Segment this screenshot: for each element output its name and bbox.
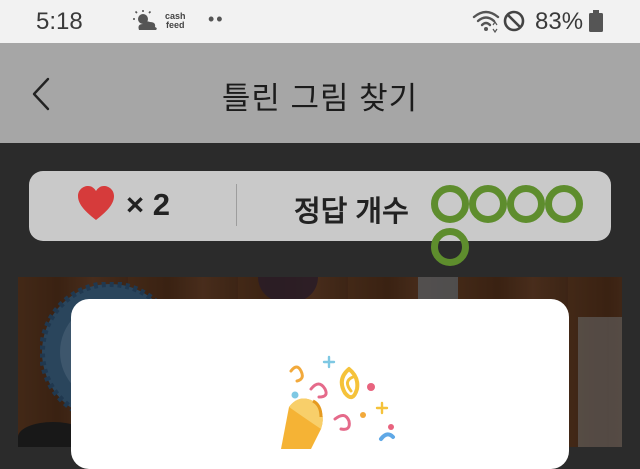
do-not-disturb-icon (503, 10, 525, 32)
heart-icon (78, 186, 114, 220)
score-panel: × 2 정답 개수 (29, 171, 611, 266)
answer-slot-2 (469, 185, 507, 223)
answer-slot-4 (545, 185, 583, 223)
answers-label: 정답 개수 (294, 196, 409, 228)
answer-slot-3 (507, 185, 545, 223)
answer-slot-5 (431, 228, 469, 266)
lives-count: × 2 (126, 187, 170, 222)
partly-sunny-icon (133, 10, 157, 30)
battery-percent: 83% (535, 8, 584, 35)
battery-icon (589, 10, 603, 32)
cashfeed-line2: feed (166, 20, 185, 30)
confetti-party-icon (281, 355, 395, 449)
wifi-icon (472, 10, 500, 33)
answer-slot-1 (431, 185, 469, 223)
success-modal (71, 299, 569, 469)
status-time: 5:18 (36, 8, 83, 35)
status-bar: 5:18 cash feed •• 83% (0, 0, 640, 43)
status-dots: •• (208, 9, 225, 29)
panel-divider (236, 184, 237, 226)
cashfeed-logo: cash feed (165, 12, 186, 30)
page-title: 틀린 그림 찾기 (221, 81, 419, 116)
app-header: 틀린 그림 찾기 (0, 43, 640, 143)
answer-slots (431, 185, 611, 266)
